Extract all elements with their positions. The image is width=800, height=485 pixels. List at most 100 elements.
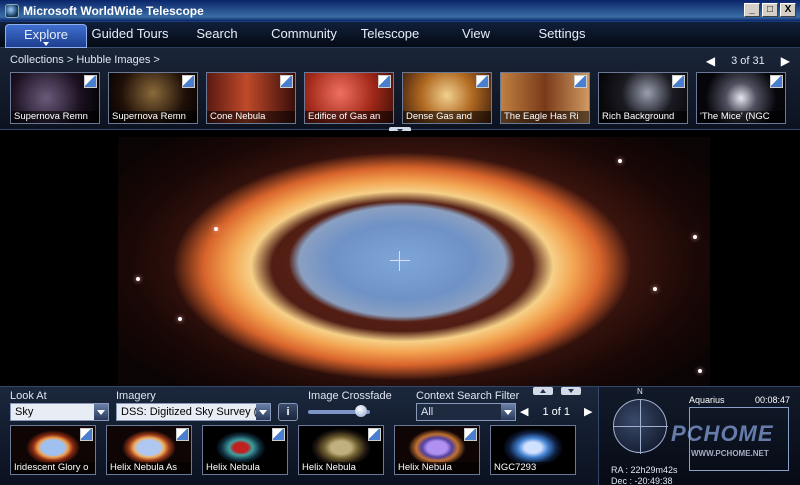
constellation-label: Aquarius	[689, 395, 725, 405]
breadcrumb: Collections > Hubble Images >	[10, 54, 160, 66]
watermark-url: WWW.PCHOME.NET	[691, 449, 769, 458]
tab-view[interactable]: View	[452, 24, 500, 48]
context-pager: ◀ 1 of 1 ▶	[520, 405, 592, 419]
breadcrumb-collections[interactable]: Collections	[10, 54, 64, 66]
context-page-indicator: 1 of 1	[542, 405, 570, 418]
next-page-icon[interactable]: ▶	[781, 54, 790, 68]
image-badge-icon	[476, 75, 489, 88]
image-badge-icon	[80, 428, 93, 441]
close-button[interactable]: X	[780, 3, 796, 17]
collection-item-label: Dense Gas and	[403, 111, 491, 123]
image-badge-icon	[672, 75, 685, 88]
chevron-down-icon	[94, 404, 108, 420]
image-badge-icon	[280, 75, 293, 88]
context-result-label: Helix Nebula	[395, 462, 479, 474]
star	[214, 227, 218, 231]
context-filter-dropdown[interactable]: All	[416, 403, 516, 421]
tab-community[interactable]: Community	[268, 24, 340, 48]
breadcrumb-separator: >	[153, 54, 160, 66]
chevron-down-icon	[43, 42, 49, 46]
context-results: Iridescent Glory o Helix Nebula As Helix…	[10, 425, 576, 475]
image-badge-icon	[84, 75, 97, 88]
collection-pager: ◀ 3 of 31 ▶	[706, 54, 790, 68]
expand-up-button[interactable]	[533, 387, 553, 395]
image-badge-icon	[464, 428, 477, 441]
collection-panel: Collections > Hubble Images > ◀ 3 of 31 …	[0, 48, 800, 130]
compass-globe-icon[interactable]	[613, 399, 668, 454]
look-at-dropdown[interactable]: Sky	[10, 403, 109, 421]
look-at-label: Look At	[10, 390, 47, 402]
collection-item-label: Cone Nebula	[207, 111, 295, 123]
imagery-dropdown[interactable]: DSS: Digitized Sky Survey (...	[116, 403, 271, 421]
crosshair-icon	[390, 251, 410, 271]
helix-nebula-image	[118, 137, 710, 386]
collection-thumbnails: Supernova Remn Supernova Remn Cone Nebul…	[10, 72, 786, 124]
image-badge-icon	[574, 75, 587, 88]
info-icon: i	[286, 406, 290, 418]
north-label: N	[637, 387, 643, 396]
window-controls: _ □ X	[744, 3, 796, 17]
collection-item[interactable]: Dense Gas and	[402, 72, 492, 124]
collection-item[interactable]: Supernova Remn	[10, 72, 100, 124]
collection-item[interactable]: Edifice of Gas an	[304, 72, 394, 124]
collection-item[interactable]: Cone Nebula	[206, 72, 296, 124]
collection-item-label: Supernova Remn	[109, 111, 197, 123]
tab-settings[interactable]: Settings	[530, 24, 594, 48]
previous-page-icon[interactable]: ◀	[520, 405, 528, 418]
tab-search[interactable]: Search	[185, 24, 249, 48]
info-button[interactable]: i	[278, 403, 298, 421]
context-result-label: Helix Nebula As	[107, 462, 191, 474]
image-badge-icon	[182, 75, 195, 88]
telescope-icon	[5, 3, 19, 18]
context-result-item[interactable]: Iridescent Glory o	[10, 425, 96, 475]
collection-item[interactable]: Rich Background	[598, 72, 688, 124]
tab-guided-tours[interactable]: Guided Tours	[90, 24, 170, 48]
star	[693, 235, 697, 239]
sky-view[interactable]	[0, 131, 800, 386]
title-bar: Microsoft WorldWide Telescope _ □ X	[0, 0, 800, 22]
imagery-label: Imagery	[116, 390, 156, 402]
ra-readout: RA : 22h29m42s	[611, 465, 678, 475]
control-panel: Look At Sky Imagery DSS: Digitized Sky S…	[0, 386, 800, 485]
watermark-logo: PCHOME	[671, 421, 774, 446]
image-badge-icon	[368, 428, 381, 441]
breadcrumb-separator: >	[66, 54, 77, 66]
collection-item-label: Rich Background	[599, 111, 687, 123]
context-result-item[interactable]: Helix Nebula As	[106, 425, 192, 475]
context-result-item[interactable]: Helix Nebula	[394, 425, 480, 475]
image-badge-icon	[272, 428, 285, 441]
context-filter-label: Context Search Filter	[416, 390, 520, 402]
page-indicator: 3 of 31	[731, 55, 765, 67]
maximize-button[interactable]: □	[762, 3, 778, 17]
collection-item-label: The Eagle Has Ri	[501, 111, 589, 123]
mini-map[interactable]: N Aquarius 00:08:47 PCHOME WWW.PCHOME.NE…	[598, 387, 800, 485]
star	[653, 287, 657, 291]
main-menu: Explore Guided Tours Search Community Te…	[0, 22, 800, 48]
tab-explore[interactable]: Explore	[5, 24, 87, 48]
image-badge-icon	[176, 428, 189, 441]
crossfade-label: Image Crossfade	[308, 390, 392, 402]
breadcrumb-hubble-images[interactable]: Hubble Images	[76, 54, 150, 66]
star	[618, 159, 622, 163]
window-title: Microsoft WorldWide Telescope	[23, 3, 204, 18]
tab-label: Explore	[23, 27, 69, 42]
star	[136, 277, 140, 281]
chevron-down-icon	[256, 404, 270, 420]
context-result-label: Helix Nebula	[203, 462, 287, 474]
minimize-button[interactable]: _	[744, 3, 760, 17]
collapse-down-button[interactable]	[561, 387, 581, 395]
context-result-item[interactable]: Helix Nebula	[298, 425, 384, 475]
context-result-label: Iridescent Glory o	[11, 462, 95, 474]
next-page-icon[interactable]: ▶	[584, 405, 592, 418]
context-result-item[interactable]: NGC7293	[490, 425, 576, 475]
star	[178, 317, 182, 321]
crossfade-slider-handle[interactable]	[354, 405, 367, 417]
collection-item[interactable]: 'The Mice' (NGC	[696, 72, 786, 124]
clock-readout: 00:08:47	[754, 395, 790, 405]
image-badge-icon	[770, 75, 783, 88]
tab-telescope[interactable]: Telescope	[356, 24, 424, 48]
collection-item[interactable]: The Eagle Has Ri	[500, 72, 590, 124]
collection-item[interactable]: Supernova Remn	[108, 72, 198, 124]
context-result-item[interactable]: Helix Nebula	[202, 425, 288, 475]
previous-page-icon[interactable]: ◀	[706, 54, 715, 68]
